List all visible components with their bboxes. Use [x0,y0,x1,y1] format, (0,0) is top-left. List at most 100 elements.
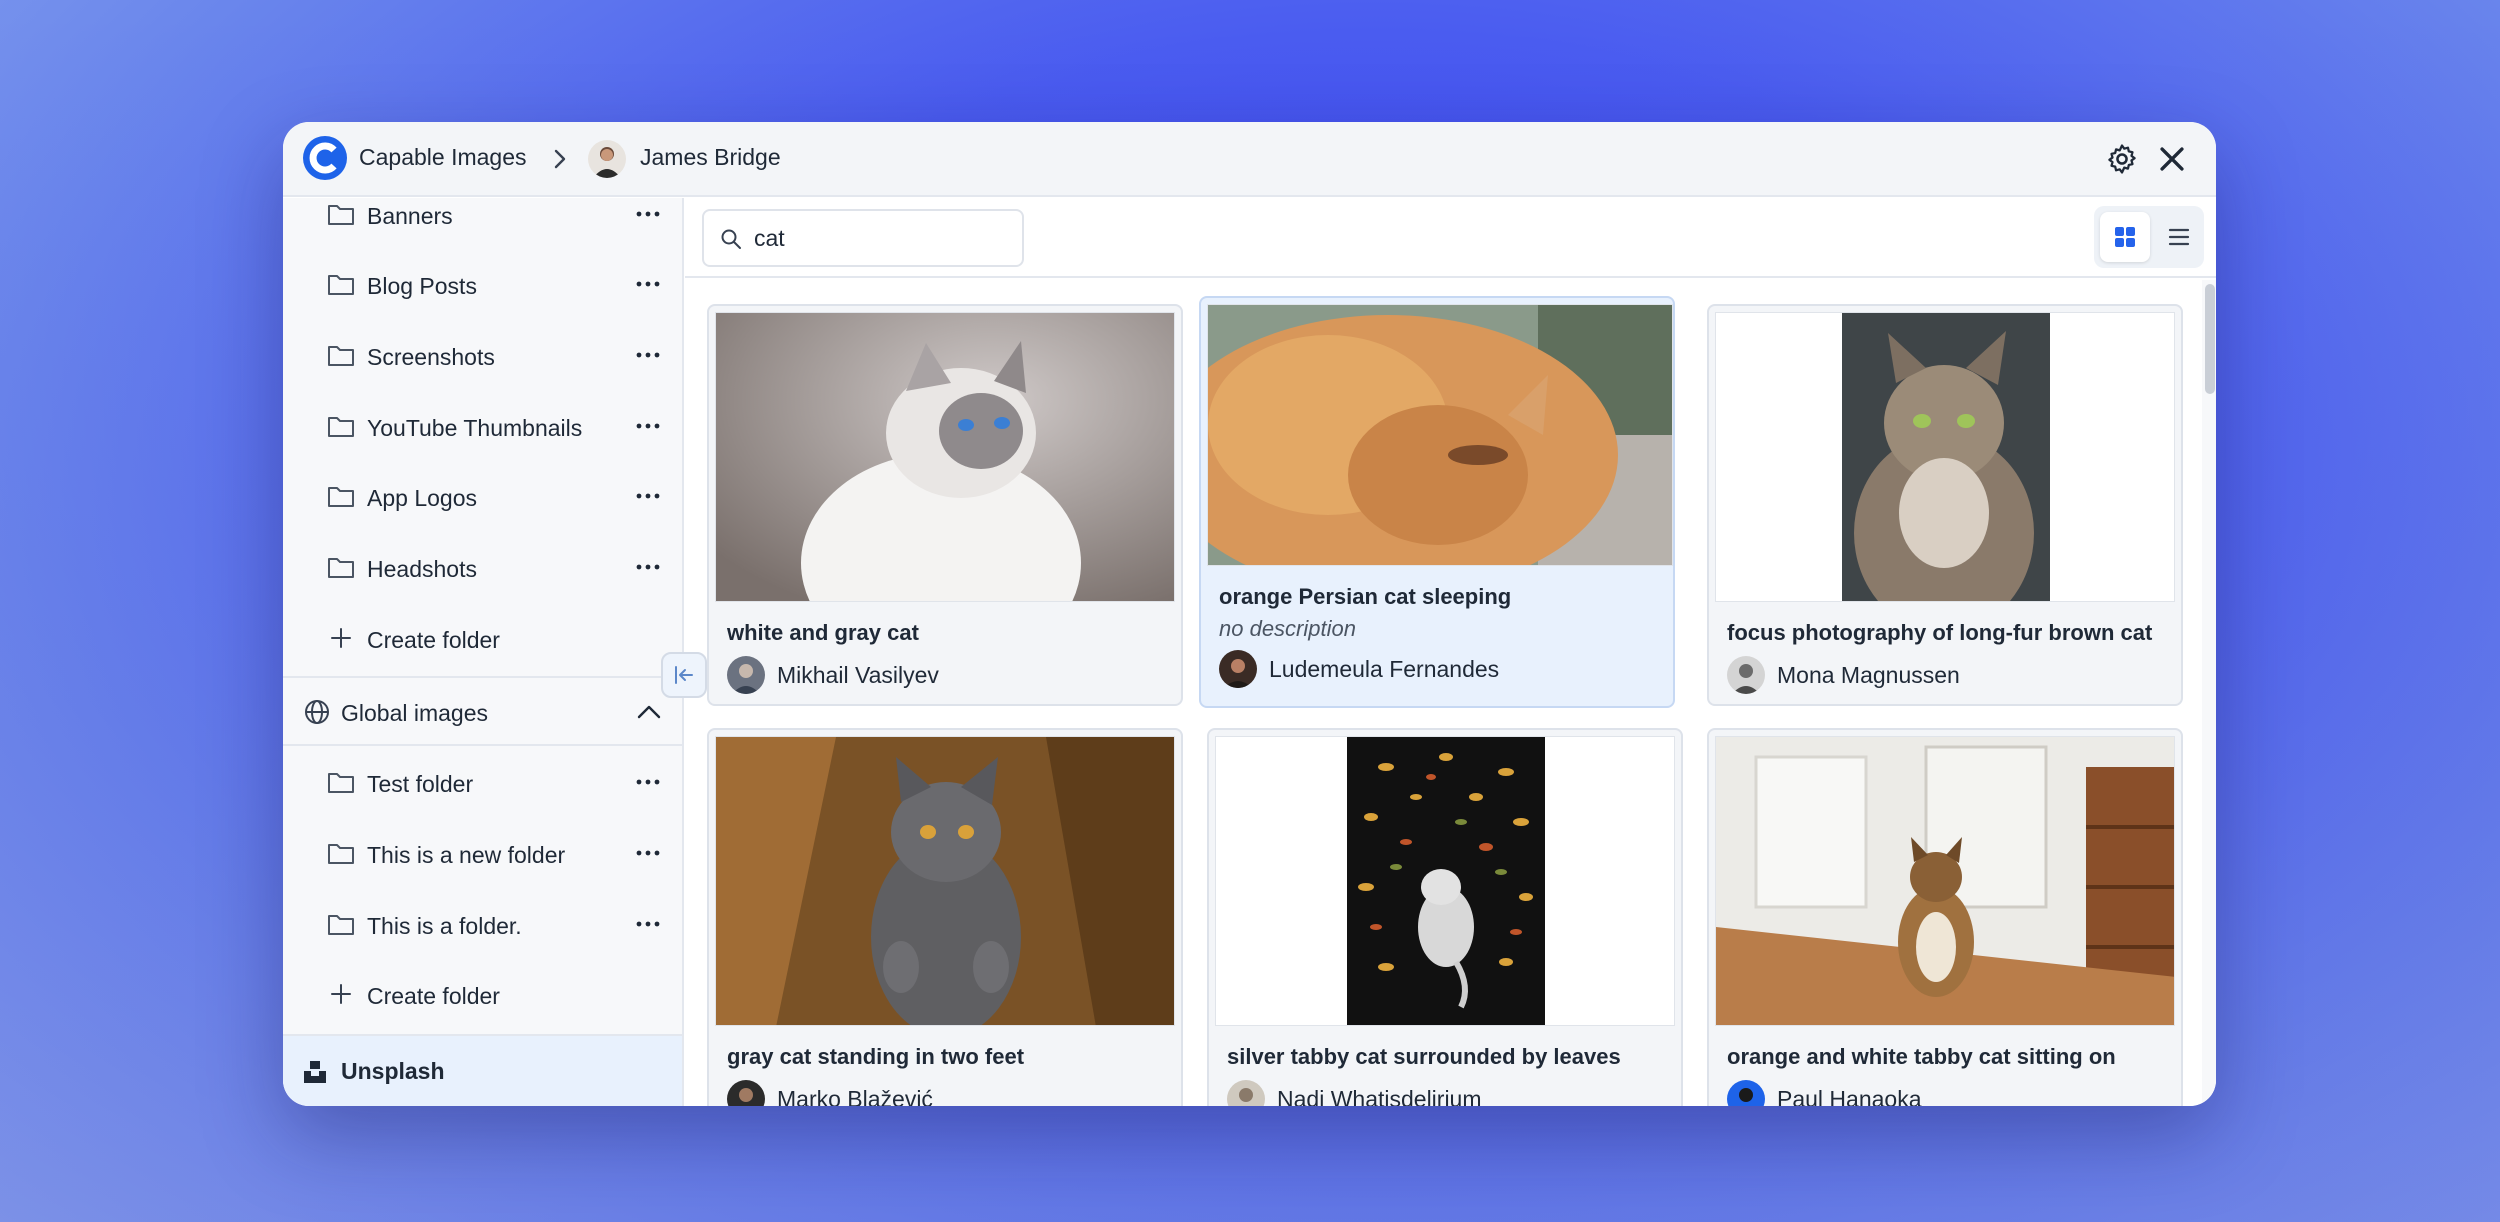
sidebar-folder-label: App Logos [367,485,477,511]
image-thumbnail[interactable] [715,312,1175,602]
globe-icon [305,700,329,724]
sidebar-folder-headshots[interactable]: Headshots [283,539,682,599]
image-card-selected[interactable]: orange Persian cat sleeping no descripti… [1199,296,1675,708]
create-folder-label: Create folder [367,627,500,653]
sidebar-folder-label: This is a new folder [367,842,566,868]
scrollbar-thumb[interactable] [2205,284,2215,394]
image-title: orange Persian cat sleeping [1219,584,1512,609]
search-icon [721,229,741,249]
more-options-icon[interactable] [633,914,663,934]
sidebar-folder-label: Screenshots [367,344,495,370]
plus-icon [331,628,351,648]
user-avatar[interactable] [588,140,626,178]
sidebar-folder-app-logos[interactable]: App Logos [283,468,682,528]
global-images-section[interactable]: Global images [283,676,682,746]
sidebar-folder-screenshots[interactable]: Screenshots [283,327,682,387]
image-card[interactable]: gray cat standing in two feet Marko Blaž… [707,728,1183,1106]
image-thumbnail[interactable] [715,736,1175,1026]
image-card[interactable]: silver tabby cat surrounded by leaves Na… [1207,728,1683,1106]
app-logo-icon [303,136,347,180]
folder-icon [328,487,354,507]
collapse-sidebar-button[interactable] [661,652,707,698]
sidebar-folder-label: This is a folder. [367,913,522,939]
folder-icon [328,346,354,366]
sidebar-folder-label: Test folder [367,771,474,797]
grid-view-icon [2115,227,2135,247]
folder-icon [328,773,354,793]
image-author: Paul Hanaoka [1777,1086,1922,1106]
more-options-icon[interactable] [633,345,663,365]
chevron-right-icon [554,149,566,169]
image-thumbnail[interactable] [1715,312,2175,602]
image-author: Mikhail Vasilyev [777,662,939,688]
plus-icon [331,984,351,1004]
view-toggle [2094,206,2204,268]
avatar [1219,650,1257,688]
more-options-icon[interactable] [633,557,663,577]
sidebar-folder-new-folder[interactable]: This is a new folder [283,825,682,885]
more-options-icon[interactable] [633,772,663,792]
section-title: Global images [341,700,489,726]
sidebar-folder-label: Blog Posts [367,273,477,299]
image-title: white and gray cat [727,620,919,645]
avatar [727,656,765,694]
create-folder-button-global[interactable]: Create folder [283,966,682,1026]
folder-icon [328,417,354,437]
chevron-up-icon[interactable] [635,700,663,724]
app-window: Capable Images James Bridge Banners Blog… [283,122,2216,1106]
image-thumbnail[interactable] [1207,304,1673,566]
more-options-icon[interactable] [633,486,663,506]
sidebar-folder-youtube-thumbnails[interactable]: YouTube Thumbnails [283,398,682,458]
main-panel: white and gray cat Mikhail Vasilyev [685,198,2216,1106]
folder-icon [328,275,354,295]
scrollbar-track[interactable] [2202,280,2216,1106]
collapse-left-icon [675,666,693,684]
search-box[interactable] [702,209,1024,267]
sidebar: Banners Blog Posts Screenshots YouTube T… [283,198,684,1106]
image-title: focus photography of long-fur brown cat [1727,620,2153,645]
more-options-icon[interactable] [633,204,663,224]
create-folder-button[interactable]: Create folder [283,610,682,670]
more-options-icon[interactable] [633,416,663,436]
image-card[interactable]: focus photography of long-fur brown cat … [1707,304,2183,706]
close-icon[interactable] [2155,142,2189,176]
app-title[interactable]: Capable Images [359,144,527,171]
unsplash-label: Unsplash [341,1058,445,1084]
image-thumbnail[interactable] [1715,736,2175,1026]
image-author: Marko Blažević [777,1086,933,1106]
image-title: silver tabby cat surrounded by leaves [1227,1044,1621,1069]
search-toolbar [685,198,2216,278]
user-name[interactable]: James Bridge [640,144,781,171]
image-description: no description [1219,616,1356,641]
image-author: Mona Magnussen [1777,662,1960,688]
sidebar-folder-label: Headshots [367,556,477,582]
gear-icon[interactable] [2105,142,2139,176]
sidebar-folder-label: Banners [367,203,453,229]
avatar [1227,1080,1265,1106]
more-options-icon[interactable] [633,843,663,863]
sidebar-folder-blog-posts[interactable]: Blog Posts [283,256,682,316]
image-card[interactable]: white and gray cat Mikhail Vasilyev [707,304,1183,706]
search-input[interactable] [754,223,1014,253]
grid-view-button[interactable] [2100,212,2150,262]
sidebar-folder-banners[interactable]: Banners [283,198,682,246]
folder-icon [328,844,354,864]
create-folder-label: Create folder [367,983,500,1009]
image-thumbnail[interactable] [1215,736,1675,1026]
avatar [1727,656,1765,694]
image-card[interactable]: orange and white tabby cat sitting on Pa… [1707,728,2183,1106]
unsplash-icon [304,1061,326,1083]
avatar [727,1080,765,1106]
sidebar-folder-label: YouTube Thumbnails [367,415,583,441]
more-options-icon[interactable] [633,274,663,294]
list-view-button[interactable] [2154,212,2204,262]
folder-icon [328,915,354,935]
list-view-icon [2168,228,2190,246]
image-title: orange and white tabby cat sitting on [1727,1044,2116,1069]
sidebar-item-unsplash[interactable]: Unsplash [283,1034,682,1106]
folder-icon [328,558,354,578]
image-title: gray cat standing in two feet [727,1044,1025,1069]
sidebar-folder-a-folder[interactable]: This is a folder. [283,896,682,956]
folder-icon [328,205,354,225]
sidebar-folder-test-folder[interactable]: Test folder [283,754,682,814]
